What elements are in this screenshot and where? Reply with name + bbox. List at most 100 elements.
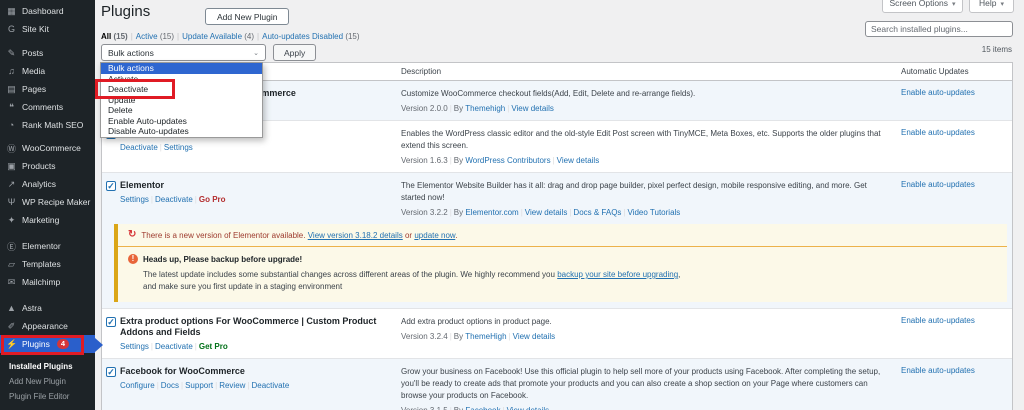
submenu-add-new-plugin[interactable]: Add New Plugin — [0, 374, 95, 389]
update-notice-box: ↻ There is a new version of Elementor av… — [114, 224, 1007, 302]
plugin-meta: Version 1.6.3By WordPress ContributorsVi… — [401, 156, 901, 166]
column-automatic-updates: Automatic Updates — [901, 67, 1014, 76]
active-menu-arrow — [95, 338, 103, 352]
go-pro-link[interactable]: Go Pro — [199, 195, 226, 204]
deactivate-link[interactable]: Deactivate — [155, 195, 193, 204]
sidebar-item-elementor[interactable]: ⒺElementor — [0, 237, 95, 255]
dropdown-option-activate[interactable]: Activate — [101, 74, 262, 85]
sidebar-item-appearance[interactable]: ✐Appearance — [0, 317, 95, 335]
sidebar-item-comments[interactable]: ❝ Comments — [0, 98, 95, 116]
settings-link[interactable]: Settings — [120, 342, 149, 351]
sidebar-item-templates[interactable]: ▱Templates — [0, 255, 95, 273]
plugin-actions: Configure Docs Support Review Deactivate — [120, 381, 401, 391]
update-now-link[interactable]: update now — [414, 231, 455, 240]
wordpress-admin-plugins-page: ▦Dashboard GSite Kit ✎Posts ♫Media ▤Page… — [0, 0, 1024, 410]
filter-active[interactable]: Active (15) — [136, 32, 174, 41]
get-pro-link[interactable]: Get Pro — [199, 342, 228, 351]
sidebar-item-wp-recipe-maker[interactable]: ΨWP Recipe Maker — [0, 193, 95, 211]
enable-auto-updates-link[interactable]: Enable auto-updates — [901, 366, 975, 375]
help-button[interactable]: Help▾ — [969, 0, 1014, 13]
enable-auto-updates-link[interactable]: Enable auto-updates — [901, 128, 975, 137]
sidebar-item-woocommerce[interactable]: ⓌWooCommerce — [0, 139, 95, 157]
dropdown-option-update[interactable]: Update — [101, 95, 262, 106]
marketing-icon: ✦ — [6, 215, 17, 226]
sidebar-item-pages[interactable]: ▤Pages — [0, 80, 95, 98]
plugin-name: Extra product options For WooCommerce | … — [120, 316, 401, 338]
dropdown-option-deactivate[interactable]: Deactivate — [101, 84, 262, 95]
view-details-link[interactable]: View details — [525, 208, 568, 217]
enable-auto-updates-link[interactable]: Enable auto-updates — [901, 88, 975, 97]
sidebar-item-label: Appearance — [22, 321, 68, 331]
submenu-installed-plugins[interactable]: Installed Plugins — [0, 359, 95, 374]
row-checkbox[interactable]: ✓ — [106, 181, 116, 191]
configure-link[interactable]: Configure — [120, 381, 155, 390]
sidebar-item-analytics[interactable]: ↗Analytics — [0, 175, 95, 193]
support-link[interactable]: Support — [185, 381, 213, 390]
video-tutorials-link[interactable]: Video Tutorials — [628, 208, 681, 217]
author-link[interactable]: WordPress Contributors — [465, 156, 550, 165]
sidebar-item-astra[interactable]: ▲Astra — [0, 299, 95, 317]
backup-site-link[interactable]: backup your site before upgrading — [557, 270, 678, 279]
updates-count-badge: 4 — [57, 339, 69, 349]
view-details-link[interactable]: View details — [511, 104, 554, 113]
author-link[interactable]: ThemeHigh — [465, 332, 506, 341]
view-version-details-link[interactable]: View version 3.18.2 details — [308, 231, 403, 240]
settings-link[interactable]: Settings — [164, 143, 193, 152]
sidebar-item-posts[interactable]: ✎Posts — [0, 44, 95, 62]
dropdown-option-bulk-actions[interactable]: Bulk actions — [101, 63, 262, 74]
dashboard-icon: ▦ — [6, 6, 17, 17]
comments-icon: ❝ — [6, 102, 17, 113]
dropdown-option-disable-auto-updates[interactable]: Disable Auto-updates — [101, 126, 262, 137]
sidebar-item-label: Posts — [22, 48, 43, 58]
help-label: Help — [979, 0, 996, 8]
submenu-plugin-file-editor[interactable]: Plugin File Editor — [0, 389, 95, 404]
sidebar-item-site-kit[interactable]: GSite Kit — [0, 20, 95, 38]
select-chevron-icon: ⌄ — [253, 49, 259, 57]
sidebar-item-label: Pages — [22, 84, 46, 94]
sidebar-item-label: Comments — [22, 102, 63, 112]
view-details-link[interactable]: View details — [557, 156, 600, 165]
filter-autoupdates-disabled[interactable]: Auto-updates Disabled (15) — [262, 32, 359, 41]
docs-link[interactable]: Docs — [161, 381, 179, 390]
author-link[interactable]: Themehigh — [465, 104, 505, 113]
deactivate-link[interactable]: Deactivate — [120, 143, 158, 152]
warning-title: Heads up, Please backup before upgrade! — [143, 255, 302, 264]
screen-options-button[interactable]: Screen Options▾ — [882, 0, 963, 13]
filter-all[interactable]: All (15) — [101, 32, 128, 41]
sidebar-item-mailchimp[interactable]: ✉Mailchimp — [0, 273, 95, 291]
sidebar-item-label: Mailchimp — [22, 277, 60, 287]
sidebar-item-label: Templates — [22, 259, 61, 269]
view-details-link[interactable]: View details — [513, 332, 556, 341]
dropdown-option-delete[interactable]: Delete — [101, 105, 262, 116]
bulk-actions-select[interactable]: Bulk actions ⌄ — [101, 44, 266, 61]
row-checkbox[interactable]: ✓ — [106, 367, 116, 377]
warning-icon: ! — [128, 254, 138, 264]
author-link[interactable]: Elementor.com — [465, 208, 518, 217]
enable-auto-updates-link[interactable]: Enable auto-updates — [901, 316, 975, 325]
dropdown-option-enable-auto-updates[interactable]: Enable Auto-updates — [101, 116, 262, 127]
enable-auto-updates-link[interactable]: Enable auto-updates — [901, 180, 975, 189]
review-link[interactable]: Review — [219, 381, 245, 390]
page-title: Plugins — [101, 3, 150, 20]
search-input[interactable] — [865, 21, 1013, 37]
add-new-plugin-button[interactable]: Add New Plugin — [205, 8, 289, 25]
row-checkbox[interactable]: ✓ — [106, 317, 116, 327]
sidebar-item-marketing[interactable]: ✦Marketing — [0, 211, 95, 229]
deactivate-link[interactable]: Deactivate — [252, 381, 290, 390]
sidebar-item-rank-math-seo[interactable]: ◔Rank Math SEO — [0, 116, 95, 134]
sidebar-item-plugins[interactable]: ⚡Plugins4 — [0, 335, 95, 353]
sidebar-item-label: Products — [22, 161, 56, 171]
view-details-link[interactable]: View details — [507, 406, 550, 410]
sidebar-item-dashboard[interactable]: ▦Dashboard — [0, 2, 95, 20]
sitekit-icon: G — [6, 24, 17, 34]
author-link[interactable]: Facebook — [465, 406, 500, 410]
main-content: Screen Options▾ Help▾ Plugins Add New Pl… — [95, 0, 1024, 410]
filter-update-available[interactable]: Update Available (4) — [182, 32, 254, 41]
sidebar-item-label: WP Recipe Maker — [22, 197, 90, 207]
sidebar-item-media[interactable]: ♫Media — [0, 62, 95, 80]
apply-button[interactable]: Apply — [273, 44, 316, 61]
sidebar-item-products[interactable]: ▣Products — [0, 157, 95, 175]
deactivate-link[interactable]: Deactivate — [155, 342, 193, 351]
settings-link[interactable]: Settings — [120, 195, 149, 204]
docs-faqs-link[interactable]: Docs & FAQs — [573, 208, 621, 217]
